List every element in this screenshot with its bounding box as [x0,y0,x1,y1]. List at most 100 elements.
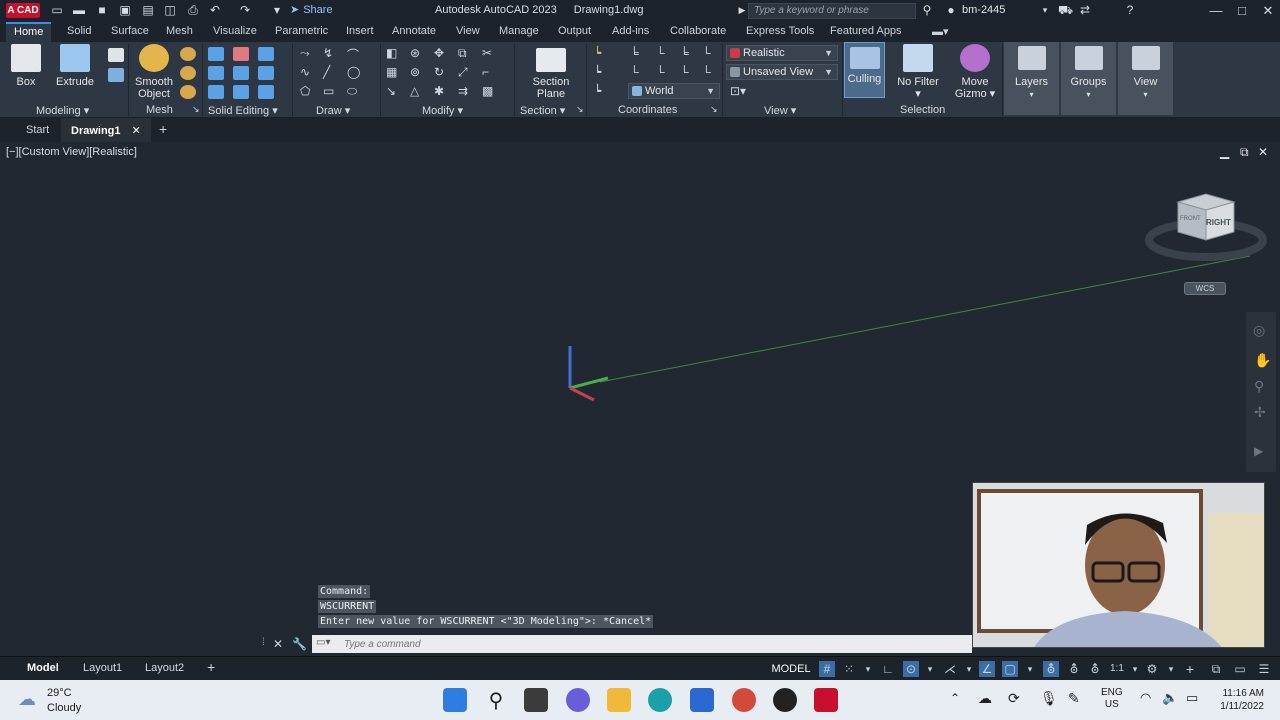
polar-icon[interactable]: ⊙ [903,661,919,677]
ucs-face-icon[interactable]: ┕ [594,65,610,79]
align-icon[interactable]: △ [410,84,426,98]
object-snap-dropdown-icon[interactable]: ▾ [1022,661,1038,677]
microphone-icon[interactable]: 🎙 [1040,690,1058,707]
new-icon[interactable]: ▭ [50,4,64,17]
help-search-input[interactable]: Type a keyword or phrase [748,3,916,19]
ellipse-icon[interactable]: ⬭ [347,84,363,98]
orbit-icon[interactable]: ✢ [1254,404,1266,421]
panel-modify[interactable]: Modify ▾ [422,104,463,117]
panel-draw[interactable]: Draw ▾ [316,104,350,117]
ortho-icon[interactable]: ∟ [880,661,896,677]
fillet-icon[interactable]: ⌐ [482,65,498,79]
viewport-config-icon[interactable]: ⊡▾ [730,84,746,98]
cloud-icon[interactable]: ☁ [18,689,36,710]
arc-icon[interactable]: ⌒ [347,46,363,62]
panel-mesh[interactable]: Mesh [146,104,173,116]
mirror-icon[interactable]: ◧ [386,46,402,60]
offset-icon[interactable]: ⊚ [410,65,426,79]
onedrive-icon[interactable]: ☁ [978,690,992,707]
customize-qat-icon[interactable]: ▾ [270,4,284,17]
sweep-icon[interactable] [108,68,124,82]
showmotion-icon[interactable]: ▶ [1254,444,1263,458]
snap-icon[interactable]: ⁙ [841,661,857,677]
help-icon[interactable]: ? [1123,4,1137,17]
smooth-object-button[interactable]: Smooth Object [132,44,176,100]
ucs-x-icon[interactable]: └ [680,65,696,79]
ucs-named-icon[interactable]: ┕ [594,84,610,98]
wcs-menu[interactable]: WCS [1184,282,1226,295]
grid-icon[interactable]: # [819,661,835,677]
group-array-icon[interactable]: ▩ [482,84,498,98]
tab-model[interactable]: Model [27,662,59,674]
ucs-origin-icon[interactable]: └ [656,46,672,60]
user-icon[interactable]: ● [944,4,958,17]
recent-commands-icon[interactable]: ▭▾ [316,637,330,648]
new-tab-icon[interactable]: + [159,121,167,137]
mesh-refine-icon[interactable] [180,85,196,99]
search-icon[interactable]: ⚲ [920,4,934,17]
auto-scale-icon[interactable]: ⛢ [1066,661,1082,677]
no-filter-button[interactable]: No Filter ▾ [892,44,944,100]
helix-icon[interactable]: ↯ [323,46,339,60]
explode-icon[interactable]: ✱ [434,84,450,98]
move-gizmo-button[interactable]: Move Gizmo ▾ [952,44,998,100]
presspull-icon[interactable] [108,48,124,62]
isolate-objects-icon[interactable]: ⧉ [1208,661,1224,677]
plot-icon[interactable]: ⎙ [186,4,200,17]
redo-icon[interactable]: ↷ [238,4,252,17]
workspace-gear-icon[interactable]: ⚙ [1144,661,1160,677]
tab-addins[interactable]: Add-ins [612,25,649,37]
tab-output[interactable]: Output [558,25,591,37]
mesh-smooth-less-icon[interactable] [180,66,196,80]
file-explorer-icon[interactable] [607,688,631,712]
ucs-z-icon[interactable]: ╘ [680,46,696,60]
language-indicator[interactable]: ENG US [1101,687,1123,711]
panel-solid-editing[interactable]: Solid Editing ▾ [208,104,278,117]
tab-annotate[interactable]: Annotate [392,25,436,37]
tab-layout2[interactable]: Layout2 [145,662,184,674]
tab-mesh[interactable]: Mesh [166,25,193,37]
interfere-icon[interactable] [233,66,249,80]
section-panel-launcher-icon[interactable]: ↘ [576,104,584,115]
tab-manage[interactable]: Manage [499,25,539,37]
undo-icon[interactable]: ↶ [208,4,222,17]
model-space-button[interactable]: MODEL [768,660,814,678]
customize-menu-icon[interactable]: ☰ [1256,661,1272,677]
ribbon-toggle-icon[interactable]: ▬▾ [932,25,949,38]
ucs-view-icon[interactable]: └ [630,65,646,79]
polygon-icon[interactable]: ⬠ [300,84,316,98]
rectangle-icon[interactable]: ▭ [323,84,339,98]
panel-section[interactable]: Section ▾ [520,104,565,117]
extract-edges-icon[interactable] [258,66,274,80]
polyline-icon[interactable]: ⤳ [300,46,316,60]
weather-condition[interactable]: Cloudy [47,702,81,714]
object-snap-tracking-icon[interactable]: ∠ [979,661,995,677]
volume-icon[interactable]: 🔈 [1162,690,1178,706]
task-view-icon[interactable] [524,688,548,712]
pen-icon[interactable]: ✎ [1068,690,1080,707]
panel-coordinates[interactable]: Coordinates [618,104,677,116]
panel-modeling[interactable]: Modeling ▾ [36,104,89,117]
tab-view[interactable]: View [456,25,480,37]
search-icon[interactable]: ⚲ [484,688,508,712]
show-hidden-icons[interactable]: ⌃ [950,691,960,705]
share-button[interactable]: ➤ Share [290,3,333,17]
trim-icon[interactable]: ✂ [482,46,498,60]
wifi-icon[interactable]: ◠ [1140,690,1151,706]
thicken-icon[interactable] [208,85,224,99]
section-plane-button[interactable]: Section Plane [526,44,576,100]
named-view-select[interactable]: Unsaved View ▼ [726,64,838,80]
new-layout-icon[interactable]: + [207,659,215,675]
plot-small-icon[interactable]: ▤ [141,4,155,17]
user-dropdown-icon[interactable]: ▾ [1038,4,1052,17]
close-icon[interactable]: ✕ [1256,2,1280,20]
pan-icon[interactable]: ✋ [1254,352,1271,369]
weather-temperature[interactable]: 29°C [47,687,72,699]
tab-start[interactable]: Start [26,124,49,136]
polar-dropdown-icon[interactable]: ▾ [922,661,938,677]
tab-surface[interactable]: Surface [111,25,149,37]
annotation-scale-value[interactable]: 1:1 [1110,663,1124,674]
tab-solid[interactable]: Solid [67,25,91,37]
union-icon[interactable] [208,47,224,61]
viewcube-right-face[interactable]: RIGHT [1206,218,1231,227]
